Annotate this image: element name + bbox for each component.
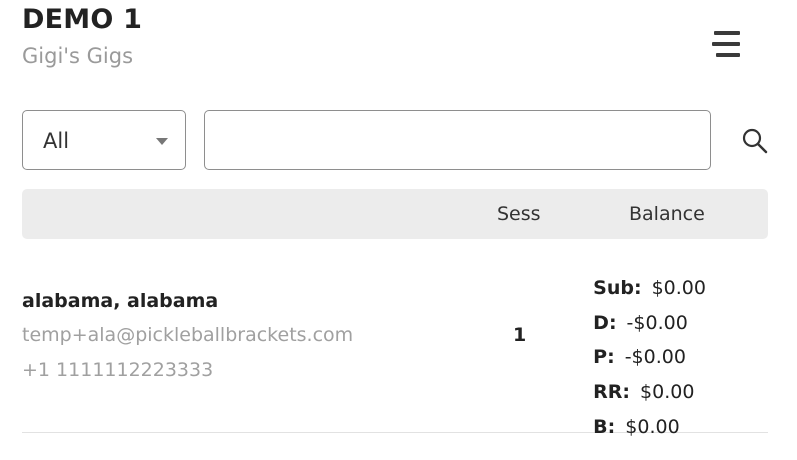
status-filter-select[interactable]: All	[22, 110, 186, 170]
hamburger-menu-icon[interactable]	[706, 28, 746, 64]
session-count: 1	[513, 324, 527, 346]
search-icon[interactable]	[740, 126, 770, 156]
column-header-sess: Sess	[497, 203, 541, 225]
balance-line-b: B: $0.00	[569, 394, 680, 460]
menu-bar	[716, 53, 740, 57]
page-subtitle: Gigi's Gigs	[22, 44, 134, 68]
menu-bar	[714, 31, 740, 35]
search-input[interactable]	[204, 110, 711, 170]
table-header: Sess Balance	[22, 189, 768, 239]
page-title: DEMO 1	[22, 4, 143, 35]
status-filter-value: All	[43, 129, 70, 153]
balance-label: B:	[593, 416, 616, 438]
menu-bar	[712, 42, 740, 46]
column-header-balance: Balance	[629, 203, 705, 225]
chevron-down-icon	[156, 138, 168, 145]
balance-value: $0.00	[625, 416, 680, 438]
player-email: temp+ala@pickleballbrackets.com	[22, 324, 354, 346]
table-row[interactable]: alabama, alabama temp+ala@pickleballbrac…	[22, 250, 768, 438]
player-phone: +1 1111112223333	[22, 359, 214, 381]
player-name: alabama, alabama	[22, 290, 219, 312]
